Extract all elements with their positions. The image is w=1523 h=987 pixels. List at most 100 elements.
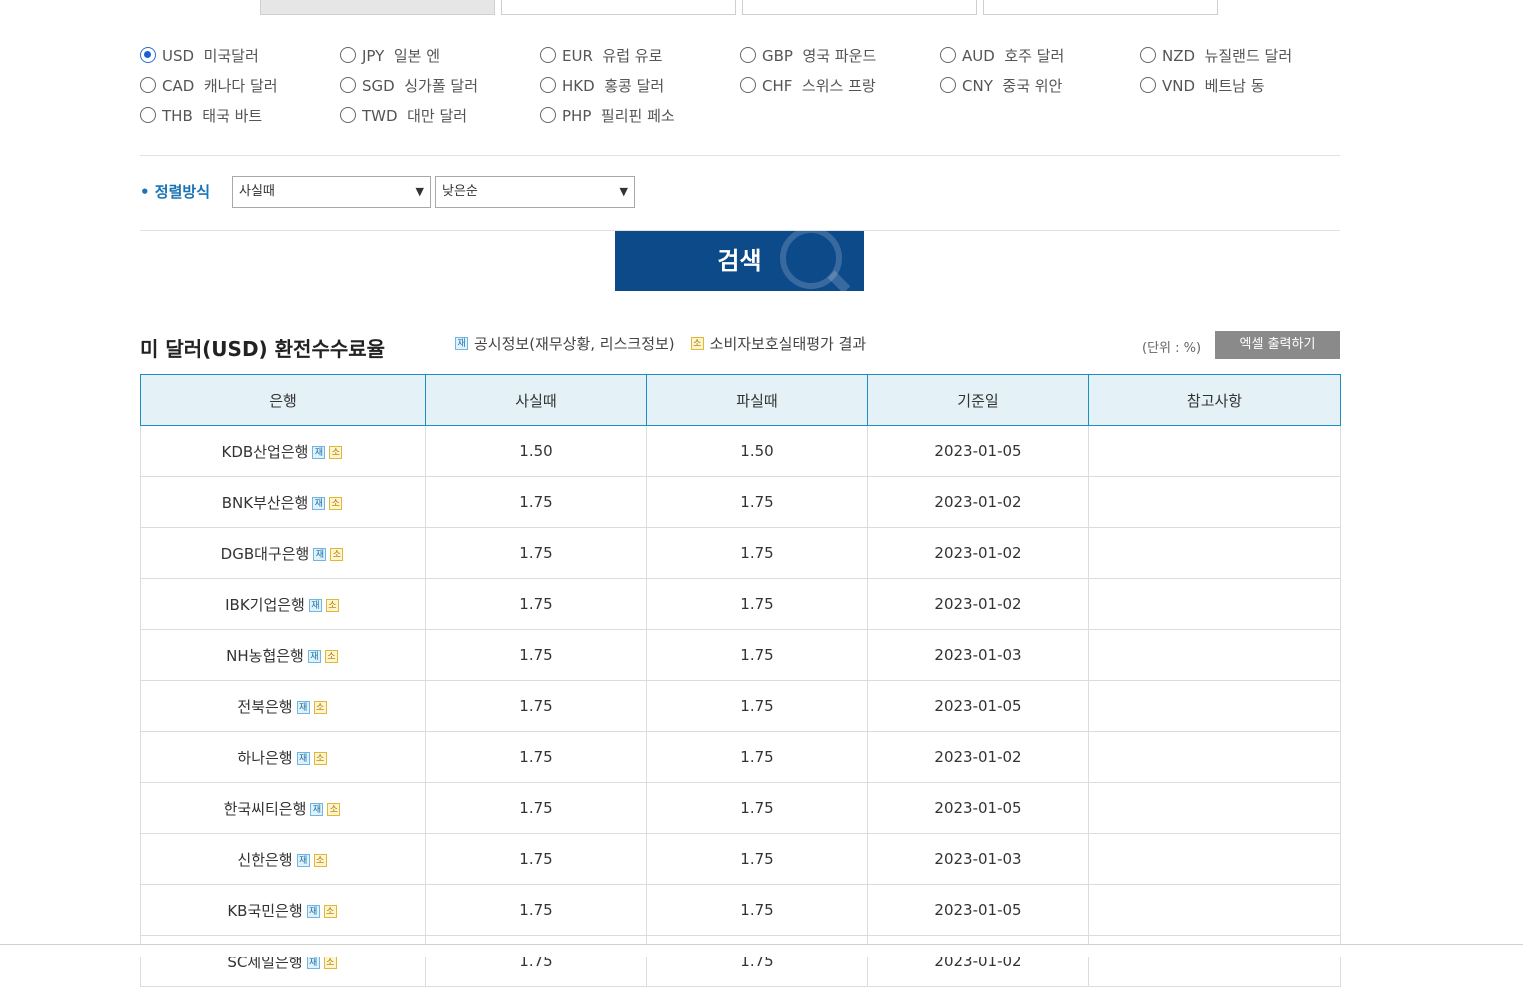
disclosure-badge-icon[interactable]: 재 [308, 598, 322, 612]
table-row: KB국민은행 재 소 1.75 1.75 2023-01-05 [140, 884, 1341, 936]
bank-cell: KB국민은행 재 소 [140, 884, 426, 936]
radio-button[interactable] [140, 47, 156, 63]
buy-rate-cell: 1.75 [425, 629, 647, 681]
sell-rate-cell: 1.75 [646, 680, 868, 732]
sell-rate-cell: 1.75 [646, 476, 868, 528]
currency-option[interactable]: CNY 중국 위안 [940, 74, 1062, 96]
currency-option[interactable]: THB 태국 바트 [140, 104, 262, 126]
radio-button[interactable] [340, 47, 356, 63]
buy-rate-cell: 1.75 [425, 782, 647, 834]
bank-name[interactable]: IBK기업은행 [225, 596, 305, 614]
radio-button[interactable] [1140, 47, 1156, 63]
currency-option[interactable]: USD 미국달러 [140, 44, 259, 66]
currency-option[interactable]: NZD 뉴질랜드 달러 [1140, 44, 1292, 66]
consumer-badge-icon[interactable]: 소 [313, 853, 327, 867]
bank-cell: 전북은행 재 소 [140, 680, 426, 732]
consumer-badge-icon[interactable]: 소 [329, 496, 343, 510]
disclosure-badge-icon[interactable]: 재 [312, 445, 326, 459]
currency-label: EUR 유럽 유로 [562, 46, 663, 65]
consumer-badge-icon[interactable]: 소 [327, 802, 341, 816]
bank-cell: 하나은행 재 소 [140, 731, 426, 783]
tab-4[interactable] [983, 0, 1218, 15]
radio-button[interactable] [540, 107, 556, 123]
currency-label: CHF 스위스 프랑 [762, 76, 876, 95]
consumer-badge-icon[interactable]: 소 [313, 700, 327, 714]
currency-option[interactable]: TWD 대만 달러 [340, 104, 467, 126]
currency-option[interactable]: CAD 캐나다 달러 [140, 74, 278, 96]
currency-option[interactable]: HKD 홍콩 달러 [540, 74, 664, 96]
excel-export-button[interactable]: 엑셀 출력하기 [1215, 331, 1340, 359]
bank-name[interactable]: KB국민은행 [227, 902, 302, 920]
disclosure-badge-icon[interactable]: 재 [306, 955, 320, 969]
consumer-badge-icon[interactable]: 소 [313, 751, 327, 765]
currency-option[interactable]: GBP 영국 파운드 [740, 44, 876, 66]
radio-button[interactable] [140, 107, 156, 123]
magnifier-handle [827, 270, 851, 291]
top-tabs [260, 0, 1220, 16]
disclosure-badge-icon[interactable]: 재 [307, 649, 321, 663]
disclosure-badge-icon[interactable]: 재 [310, 802, 324, 816]
currency-label: JPY 일본 엔 [362, 46, 441, 65]
tab-3[interactable] [742, 0, 977, 15]
disclosure-badge-icon[interactable]: 재 [313, 547, 327, 561]
consumer-badge-icon[interactable]: 소 [330, 547, 344, 561]
currency-option[interactable]: JPY 일본 엔 [340, 44, 440, 66]
consumer-badge-icon[interactable]: 소 [323, 955, 337, 969]
search-button[interactable]: 검색 [615, 231, 864, 291]
bank-name[interactable]: 하나은행 [237, 749, 292, 767]
bank-name[interactable]: 신한은행 [237, 851, 292, 869]
disclosure-badge-icon[interactable]: 재 [296, 700, 310, 714]
date-cell: 2023-01-05 [867, 884, 1089, 936]
bank-name[interactable]: NH농협은행 [226, 647, 304, 665]
currency-label: HKD 홍콩 달러 [562, 76, 665, 95]
sort-field-select[interactable]: 사실때 ▼ [232, 176, 431, 208]
header-bank: 은행 [140, 374, 426, 426]
currency-option[interactable]: CHF 스위스 프랑 [740, 74, 876, 96]
consumer-badge-icon[interactable]: 소 [324, 649, 338, 663]
sell-rate-cell: 1.75 [646, 629, 868, 681]
currency-label: TWD 대만 달러 [362, 106, 468, 125]
currency-label: VND 베트남 동 [1162, 76, 1265, 95]
disclosure-badge-icon[interactable]: 재 [306, 904, 320, 918]
note-cell [1088, 476, 1341, 528]
fee-rate-table: 은행 사실때 파실때 기준일 참고사항 KDB산업은행 재 소 1.50 1.50 202… [140, 374, 1341, 987]
radio-button[interactable] [340, 107, 356, 123]
consumer-badge-icon[interactable]: 소 [323, 904, 337, 918]
currency-option[interactable]: PHP 필리핀 페소 [540, 104, 675, 126]
sell-rate-cell: 1.75 [646, 833, 868, 885]
consumer-badge-icon[interactable]: 소 [329, 445, 343, 459]
sell-rate-cell: 1.75 [646, 731, 868, 783]
radio-button[interactable] [340, 77, 356, 93]
bank-name[interactable]: 한국씨티은행 [224, 800, 307, 818]
tab-1[interactable] [260, 0, 495, 15]
currency-option[interactable]: VND 베트남 동 [1140, 74, 1265, 96]
radio-button[interactable] [140, 77, 156, 93]
disclosure-badge-icon[interactable]: 재 [296, 751, 310, 765]
currency-label: NZD 뉴질랜드 달러 [1162, 46, 1293, 65]
radio-button[interactable] [540, 77, 556, 93]
bank-name[interactable]: 전북은행 [237, 698, 292, 716]
disclosure-badge-icon[interactable]: 재 [312, 496, 326, 510]
sort-order-select[interactable]: 낮은순 ▼ [435, 176, 635, 208]
currency-option[interactable]: SGD 싱가폴 달러 [340, 74, 478, 96]
radio-button[interactable] [1140, 77, 1156, 93]
radio-button[interactable] [940, 47, 956, 63]
currency-label: THB 태국 바트 [162, 106, 263, 125]
tab-2[interactable] [501, 0, 736, 15]
currency-option[interactable]: EUR 유럽 유로 [540, 44, 662, 66]
disclosure-badge-icon[interactable]: 재 [296, 853, 310, 867]
radio-button[interactable] [940, 77, 956, 93]
currency-option[interactable]: AUD 호주 달러 [940, 44, 1064, 66]
header-date: 기준일 [867, 374, 1089, 426]
search-button-label: 검색 [717, 247, 762, 275]
consumer-badge-icon[interactable]: 소 [325, 598, 339, 612]
sell-rate-cell: 1.75 [646, 884, 868, 936]
bank-name[interactable]: KDB산업은행 [222, 443, 309, 461]
radio-button[interactable] [740, 77, 756, 93]
buy-rate-cell: 1.75 [425, 527, 647, 579]
bank-name[interactable]: BNK부산은행 [222, 494, 309, 512]
bank-name[interactable]: DGB대구은행 [221, 545, 310, 563]
sell-rate-cell: 1.75 [646, 527, 868, 579]
radio-button[interactable] [740, 47, 756, 63]
radio-button[interactable] [540, 47, 556, 63]
